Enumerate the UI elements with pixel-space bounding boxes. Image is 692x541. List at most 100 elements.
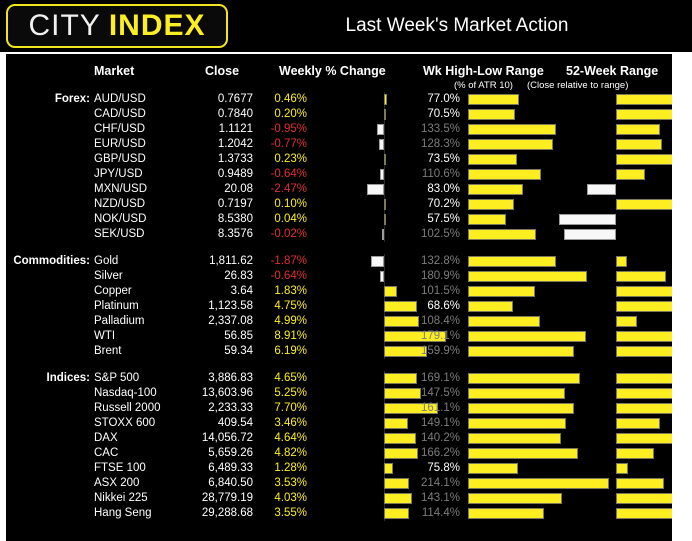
week52-range-plot: [546, 152, 672, 167]
weekly-change-bar-plot: [316, 461, 424, 476]
week52-range-plot: [546, 92, 672, 107]
cell-market-name: AUD/USD: [94, 93, 146, 105]
table-row[interactable]: FTSE 100 6,489.33 1.28% 75.8%: [6, 461, 672, 476]
table-row[interactable]: Silver 26.83 -0.64% 180.9%: [6, 269, 672, 284]
week52-range-bar: [616, 346, 672, 357]
week52-range-bar: [616, 403, 672, 414]
cell-weekly-percent: 4.75%: [274, 300, 307, 312]
chart-frame: Market Close Weekly % Change Wk High-Low…: [0, 52, 692, 541]
weekly-change-bar: [378, 139, 384, 150]
atr-range-bar: [468, 316, 540, 327]
cell-close-price: 3,886.83: [208, 372, 253, 384]
weekly-change-bar-plot: [316, 446, 424, 461]
table-row[interactable]: STOXX 600 409.54 3.46% 149.1%: [6, 416, 672, 431]
cell-weekly-percent: 4.03%: [274, 492, 307, 504]
table-row[interactable]: Commodities: Gold 1,811.62 -1.87% 132.8%: [6, 254, 672, 269]
header-band: CITY INDEX Last Week's Market Action: [0, 0, 692, 52]
cell-atr-percent: 101.5%: [420, 285, 460, 297]
atr-range-bar: [468, 199, 515, 210]
table-row[interactable]: NOK/USD 8.5380 0.04% 57.5%: [6, 212, 672, 227]
cell-atr-percent: 108.4%: [420, 315, 460, 327]
table-row[interactable]: Palladium 2,337.08 4.99% 108.4%: [6, 314, 672, 329]
cell-close-price: 0.7197: [217, 198, 253, 210]
cell-close-price: 29,288.68: [201, 507, 253, 519]
cell-market-name: CAC: [94, 447, 119, 459]
week52-range-bar: [616, 316, 637, 327]
table-row[interactable]: Platinum 1,123.58 4.75% 68.6%: [6, 299, 672, 314]
weekly-change-bar: [382, 229, 384, 240]
table-row[interactable]: GBP/USD 1.3733 0.23% 73.5%: [6, 152, 672, 167]
week52-range-bar: [616, 256, 628, 267]
cell-market-name: DAX: [94, 432, 118, 444]
table-row[interactable]: CAD/USD 0.7840 0.20% 70.5%: [6, 107, 672, 122]
table-row[interactable]: JPY/USD 0.9489 -0.64% 110.6%: [6, 167, 672, 182]
cell-market-name: SEK/USD: [94, 228, 145, 240]
cell-weekly-percent: 4.82%: [274, 447, 307, 459]
weekly-change-bar: [384, 214, 386, 225]
week52-range-bar: [616, 478, 664, 489]
cell-atr-percent: 83.0%: [427, 183, 460, 195]
weekly-change-bar-plot: [316, 431, 424, 446]
weekly-change-bar-plot: [316, 152, 424, 167]
cell-atr-percent: 70.2%: [427, 198, 460, 210]
table-row[interactable]: MXN/USD 20.08 -2.47% 83.0%: [6, 182, 672, 197]
cell-atr-percent: 159.9%: [420, 345, 460, 357]
cell-market-name: ASX 200: [94, 477, 140, 489]
table-row[interactable]: EUR/USD 1.2042 -0.77% 128.3%: [6, 137, 672, 152]
column-header-market: Market: [94, 64, 135, 78]
cell-weekly-percent: 4.65%: [274, 372, 307, 384]
chart-inner: Market Close Weekly % Change Wk High-Low…: [6, 54, 672, 541]
cell-close-price: 5,659.26: [208, 447, 253, 459]
table-row[interactable]: Nasdaq-100 13,603.96 5.25% 147.5%: [6, 386, 672, 401]
week52-range-plot: [546, 446, 672, 461]
week52-range-plot: [546, 401, 672, 416]
table-row[interactable]: CHF/USD 1.1121 -0.95% 133.5%: [6, 122, 672, 137]
weekly-change-bar: [370, 256, 384, 267]
table-row[interactable]: WTI 56.85 8.91% 179.1%: [6, 329, 672, 344]
week52-range-plot: [546, 254, 672, 269]
table-row[interactable]: Russell 2000 2,233.33 7.70% 161.1%: [6, 401, 672, 416]
cell-weekly-percent: 5.25%: [274, 387, 307, 399]
table-row[interactable]: SEK/USD 8.3576 -0.02% 102.5%: [6, 227, 672, 242]
cell-close-price: 26.83: [224, 270, 253, 282]
table-row[interactable]: ASX 200 6,840.50 3.53% 214.1%: [6, 476, 672, 491]
week52-range-bar: [616, 331, 672, 342]
atr-range-bar: [468, 154, 517, 165]
table-row[interactable]: Hang Seng 29,288.68 3.55% 114.4%: [6, 506, 672, 521]
cell-atr-percent: 114.4%: [421, 507, 460, 519]
atr-range-bar: [468, 94, 519, 105]
table-row[interactable]: Brent 59.34 6.19% 159.9%: [6, 344, 672, 359]
weekly-change-bar-plot: [316, 92, 424, 107]
table-row[interactable]: Indices: S&P 500 3,886.83 4.65% 169.1%: [6, 371, 672, 386]
cell-weekly-percent: -1.87%: [270, 255, 307, 267]
table-row[interactable]: Forex: AUD/USD 0.7677 0.46% 77.0%: [6, 92, 672, 107]
week52-range-bar: [616, 388, 672, 399]
cell-atr-percent: 68.6%: [427, 300, 460, 312]
weekly-change-bar: [384, 94, 388, 105]
table-row[interactable]: Copper 3.64 1.83% 101.5%: [6, 284, 672, 299]
week52-range-bar: [616, 448, 654, 459]
column-header-weekly-change: Weekly % Change: [279, 64, 386, 78]
cell-close-price: 6,489.33: [208, 462, 253, 474]
zero-axis-line: [384, 167, 385, 182]
weekly-change-bar-plot: [316, 212, 424, 227]
cell-atr-percent: 77.0%: [427, 93, 460, 105]
cell-market-name: Palladium: [94, 315, 145, 327]
cell-market-name: MXN/USD: [94, 183, 148, 195]
table-row[interactable]: Nikkei 225 28,779.19 4.03% 143.1%: [6, 491, 672, 506]
week52-range-bar: [616, 463, 629, 474]
week52-range-bar: [586, 184, 616, 195]
weekly-change-bar-plot: [316, 506, 424, 521]
table-row[interactable]: CAC 5,659.26 4.82% 166.2%: [6, 446, 672, 461]
weekly-change-bar: [384, 109, 386, 120]
table-row[interactable]: DAX 14,056.72 4.64% 140.2%: [6, 431, 672, 446]
cell-market-name: Platinum: [94, 300, 139, 312]
atr-range-bar: [468, 139, 553, 150]
zero-axis-line: [384, 122, 385, 137]
cell-atr-percent: 179.1%: [420, 330, 460, 342]
cell-market-name: WTI: [94, 330, 116, 342]
zero-axis-line: [384, 227, 385, 242]
table-row[interactable]: NZD/USD 0.7197 0.10% 70.2%: [6, 197, 672, 212]
week52-range-bar: [563, 229, 616, 240]
week52-range-bar: [616, 124, 660, 135]
